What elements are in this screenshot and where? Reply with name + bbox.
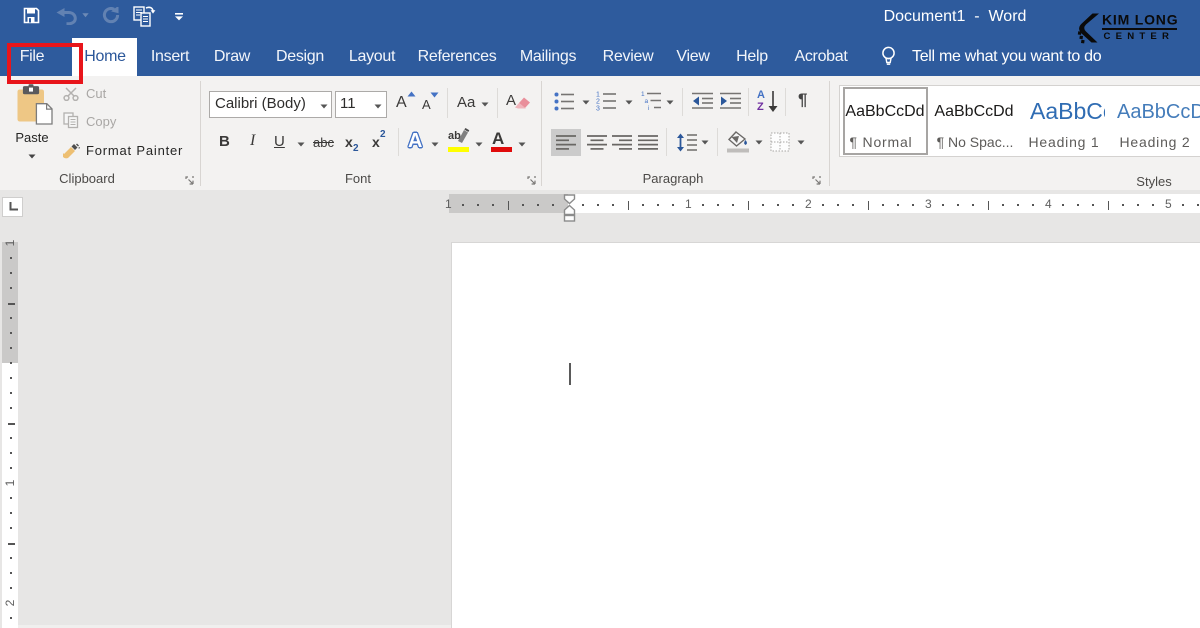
svg-text:1: 1 <box>641 91 645 98</box>
svg-text:2: 2 <box>596 99 600 106</box>
svg-text:a: a <box>645 98 649 105</box>
svg-text:i: i <box>648 105 649 112</box>
svg-text:KIM LONG: KIM LONG <box>1102 12 1178 28</box>
svg-text:1: 1 <box>596 92 600 99</box>
svg-text:3: 3 <box>596 106 600 113</box>
svg-text:CENTER: CENTER <box>1104 31 1175 42</box>
